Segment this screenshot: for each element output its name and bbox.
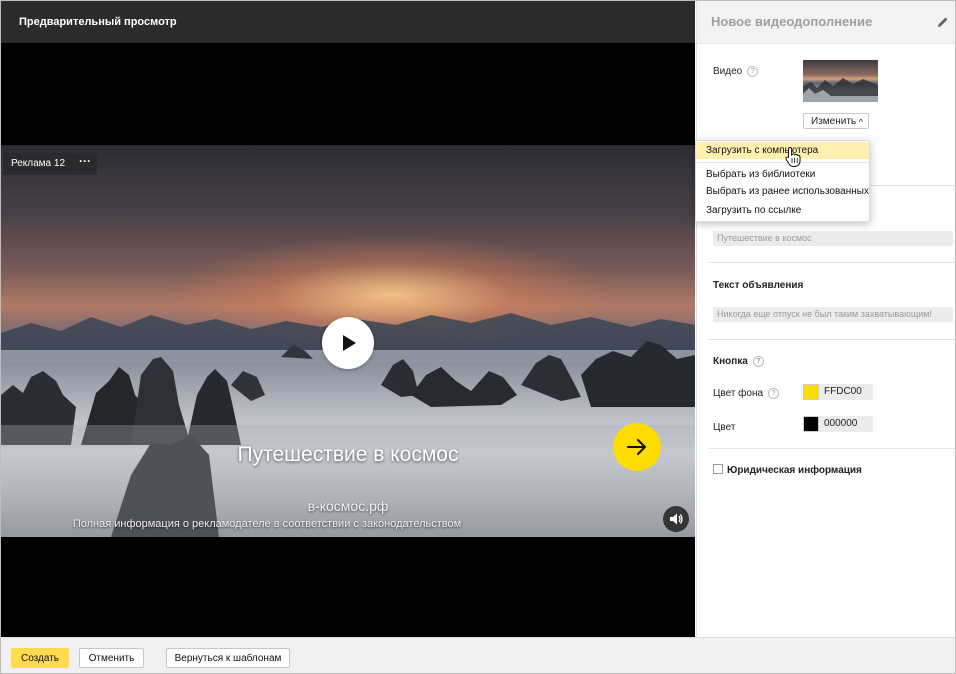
more-options-button[interactable]: ··· [73,153,97,175]
menu-item-library[interactable]: Выбрать из библиотеки [696,166,869,183]
menu-separator [696,162,869,163]
ad-headline: Путешествие в космос [237,443,459,466]
video-thumbnail [803,60,878,102]
thumbnail-landscape [803,78,878,102]
ad-badge: Реклама 12 [3,153,74,175]
create-button[interactable]: Создать [11,648,69,668]
menu-item-recent[interactable]: Выбрать из ранее использованных [696,183,869,200]
settings-panel: Новое видеодополнение Видео? Изменить ^ … [696,1,955,637]
menu-item-upload-computer[interactable]: Загрузить с компьютера [696,142,869,159]
color-input[interactable]: 000000 [819,416,873,432]
preview-area: Предварительный просмотр Реклама 12 ··· … [1,1,695,637]
bg-color-swatch[interactable] [803,384,819,400]
cta-button[interactable] [613,423,661,471]
play-button[interactable] [322,317,374,369]
title-input[interactable]: Путешествие в космос [713,231,953,246]
divider [709,448,955,449]
help-icon[interactable]: ? [752,356,764,367]
text-label: Текст объявления [713,280,804,291]
change-video-button[interactable]: Изменить ^ [803,113,869,129]
back-to-templates-button[interactable]: Вернуться к шаблонам [166,648,290,668]
bg-color-label: Цвет фона? [713,388,780,399]
divider [709,262,955,263]
button-section-label: Кнопка? [713,356,764,367]
color-swatch[interactable] [803,416,819,432]
app-frame: Предварительный просмотр Реклама 12 ··· … [0,0,956,674]
help-icon[interactable]: ? [768,388,780,399]
divider [709,339,955,340]
preview-header: Предварительный просмотр [1,1,695,43]
pencil-icon[interactable] [936,15,950,29]
sound-icon [670,513,683,525]
video-player[interactable]: Реклама 12 ··· Путешествие в космос в-ко… [1,145,695,537]
preview-title: Предварительный просмотр [19,16,177,28]
hand-cursor-icon [785,146,801,167]
chevron-up-icon: ^ [858,117,863,127]
legal-info-label[interactable]: Юридическая информация [727,465,862,476]
ad-legal-text: Полная информация о рекламодателе в соот… [72,518,462,530]
legal-info-checkbox[interactable] [713,464,723,474]
menu-item-url[interactable]: Загрузить по ссылке [696,202,869,219]
panel-header: Новое видеодополнение [697,1,955,44]
ad-domain[interactable]: в-космос.рф [1,498,695,514]
change-video-menu: Загрузить с компьютера Выбрать из библио… [695,140,870,222]
bg-color-input[interactable]: FFDC00 [819,384,873,400]
help-icon[interactable]: ? [747,66,759,77]
panel-title: Новое видеодополнение [711,14,873,29]
cancel-button[interactable]: Отменить [79,648,144,668]
color-label: Цвет [713,422,736,433]
arrow-right-icon [627,439,646,455]
ad-text-input[interactable]: Никогда еще отпуск не был таким захватыв… [713,307,953,322]
sound-button[interactable] [663,506,689,532]
play-icon [343,335,356,351]
footer-bar: Создать Отменить Вернуться к шаблонам [1,637,955,673]
video-label: Видео? [713,66,759,77]
